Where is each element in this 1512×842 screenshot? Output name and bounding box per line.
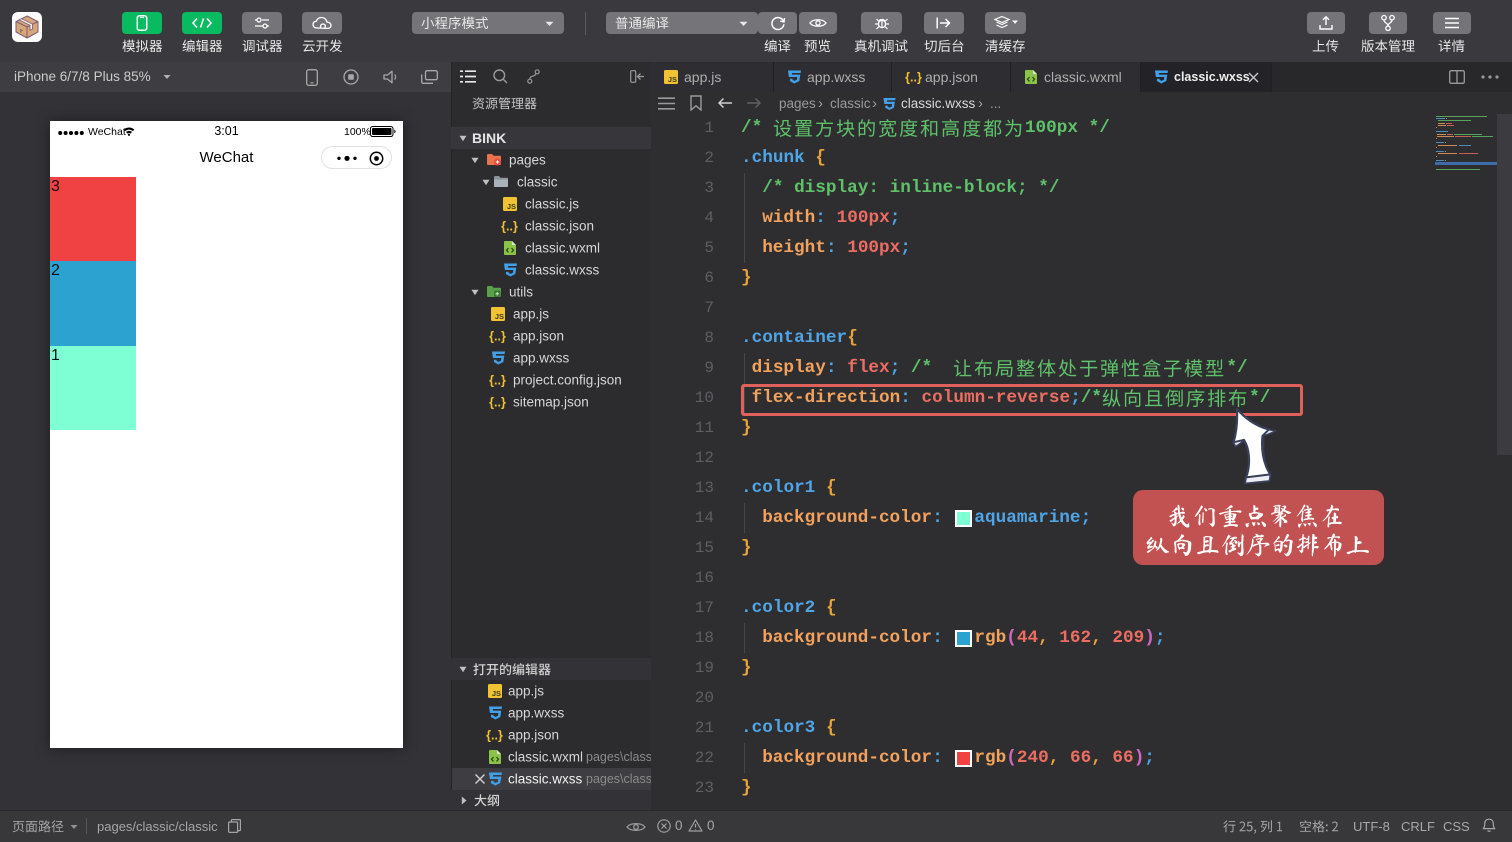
svg-text:JS: JS (492, 689, 501, 698)
svg-text:{..}: {..} (501, 220, 518, 233)
svg-text:JS: JS (495, 312, 504, 321)
svg-text:JS: JS (668, 75, 677, 84)
svg-text:{..}: {..} (486, 729, 503, 742)
svg-text:{..}: {..} (489, 396, 506, 409)
svg-text:{..}: {..} (489, 374, 506, 387)
svg-text:{..}: {..} (905, 71, 922, 84)
svg-text:JS: JS (507, 202, 516, 211)
svg-text:{..}: {..} (489, 330, 506, 343)
